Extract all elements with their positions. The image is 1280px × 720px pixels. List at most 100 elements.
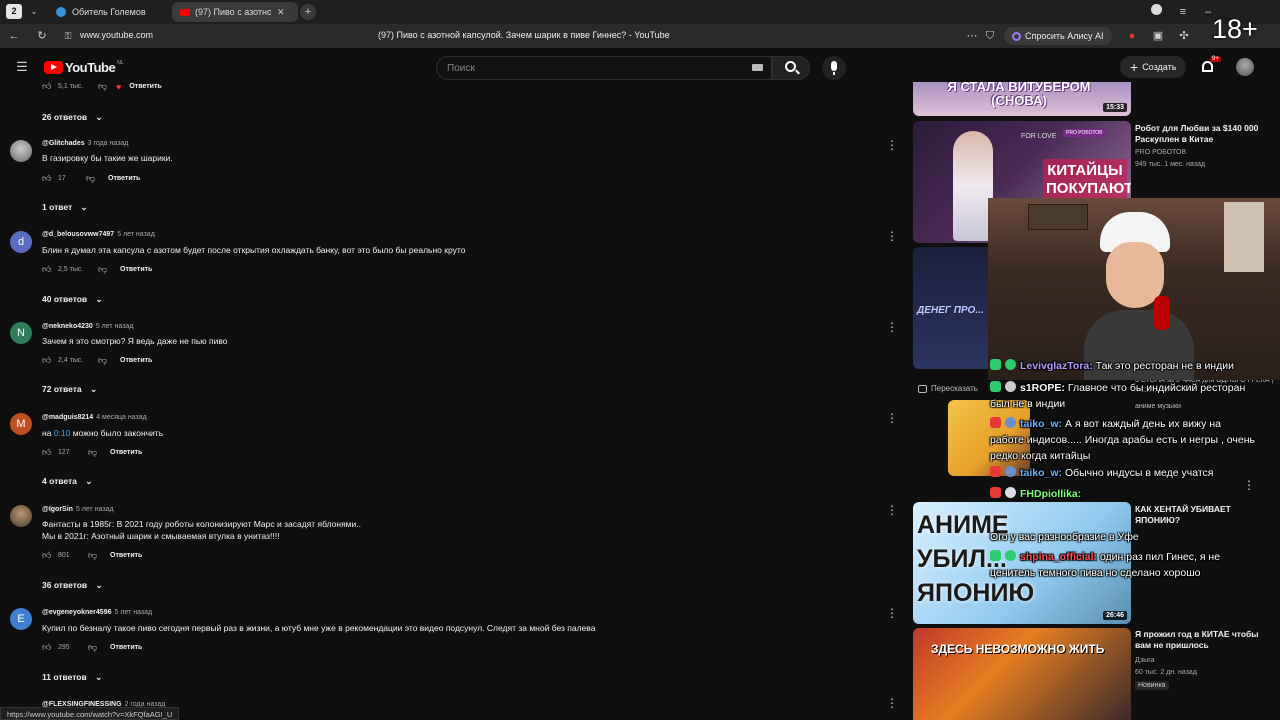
replies-toggle[interactable]: 36 ответов ⌄ bbox=[42, 580, 103, 591]
keyboard-icon[interactable] bbox=[752, 64, 763, 71]
avatar[interactable] bbox=[10, 140, 32, 162]
more-vert-icon[interactable]: ⋮ bbox=[886, 320, 898, 334]
more-vert-icon[interactable]: ⋮ bbox=[1243, 478, 1255, 492]
like-icon[interactable]: 👍︎ bbox=[42, 550, 54, 561]
chat-badge-icon bbox=[990, 550, 1001, 561]
reply-button[interactable]: Ответить bbox=[120, 357, 152, 364]
reply-button[interactable]: Ответить bbox=[108, 175, 140, 182]
comment-actions: 👍︎ 17 👎︎ Ответить bbox=[42, 173, 140, 184]
more-vert-icon[interactable]: ⋮ bbox=[886, 696, 898, 710]
menu-icon[interactable]: ≡ bbox=[1175, 4, 1191, 20]
puzzle-icon[interactable]: ✣ bbox=[1176, 28, 1192, 44]
search-button[interactable] bbox=[772, 56, 810, 80]
heart-icon bbox=[1005, 550, 1016, 561]
replies-toggle[interactable]: 4 ответа ⌄ bbox=[42, 476, 92, 487]
alice-button[interactable]: Спросить Алису AI bbox=[1004, 27, 1112, 45]
like-icon[interactable]: 👍︎ bbox=[42, 264, 54, 275]
comment-author[interactable]: @nekneko4230 5 лет назад bbox=[42, 323, 133, 330]
like-icon[interactable]: 👍︎ bbox=[42, 173, 54, 184]
dislike-icon[interactable]: 👎︎ bbox=[98, 264, 112, 275]
comment-actions: 👍︎ 295 👎︎ Ответить bbox=[42, 642, 142, 653]
timestamp-link[interactable]: 0:10 bbox=[54, 428, 71, 438]
more-vert-icon[interactable]: ⋮ bbox=[886, 229, 898, 243]
replies-toggle[interactable]: 26 ответов ⌄ bbox=[42, 112, 103, 123]
reply-button[interactable]: Ответить bbox=[110, 552, 142, 559]
notifications-button[interactable]: 9+ bbox=[1200, 56, 1221, 76]
video-title[interactable]: Я прожил год в КИТАЕ чтобы вам не пришло… bbox=[1135, 629, 1275, 651]
avatar[interactable]: M bbox=[10, 413, 32, 435]
hamburger-icon[interactable]: ☰ bbox=[14, 59, 30, 75]
reply-button[interactable]: Ответить bbox=[110, 644, 142, 651]
dislike-icon[interactable]: 👎︎ bbox=[88, 642, 102, 653]
avatar[interactable]: d bbox=[10, 231, 32, 253]
more-vert-icon[interactable]: ⋮ bbox=[886, 503, 898, 517]
avatar[interactable] bbox=[10, 505, 32, 527]
live-badge-icon bbox=[990, 466, 1001, 477]
mic-icon bbox=[831, 61, 837, 71]
dislike-icon[interactable]: 👎︎ bbox=[98, 81, 112, 92]
replies-toggle[interactable]: 1 ответ ⌄ bbox=[42, 202, 88, 213]
replies-toggle[interactable]: 72 ответа ⌄ bbox=[42, 384, 97, 395]
comment-author[interactable]: @Glitchades 3 года назад bbox=[42, 140, 128, 147]
close-icon[interactable]: ✕ bbox=[277, 7, 285, 18]
replies-toggle[interactable]: 40 ответов ⌄ bbox=[42, 294, 103, 305]
new-tab-icon[interactable]: + bbox=[300, 4, 316, 20]
back-icon[interactable]: ← bbox=[6, 28, 22, 44]
alice-label: Спросить Алису AI bbox=[1025, 31, 1104, 41]
replies-toggle[interactable]: 11 ответов ⌄ bbox=[42, 672, 102, 683]
channel-name[interactable]: Дзыга bbox=[1135, 656, 1155, 666]
more-vert-icon[interactable]: ⋮ bbox=[886, 138, 898, 152]
extension-icon[interactable]: ▣ bbox=[1150, 28, 1166, 44]
like-icon[interactable]: 👍︎ bbox=[42, 355, 54, 366]
dislike-icon[interactable]: 👎︎ bbox=[98, 355, 112, 366]
video-title[interactable]: Робот для Любви за $140 000 Раскуплен в … bbox=[1135, 123, 1275, 145]
comment: @Glitchades 3 года назад В газировку бы т… bbox=[0, 138, 900, 218]
like-icon[interactable]: 👍︎ bbox=[42, 447, 54, 458]
comment-actions: 👍︎ 2,5 тыс. 👎︎ Ответить bbox=[42, 264, 152, 275]
comment-actions: 👍︎ 801 👎︎ Ответить bbox=[42, 550, 142, 561]
chevron-down-icon[interactable]: ⌄ bbox=[26, 4, 42, 20]
tab-golem[interactable]: Обитель Големов bbox=[48, 2, 170, 22]
like-icon[interactable]: 👍︎ bbox=[42, 642, 54, 653]
region-label: NL bbox=[117, 60, 124, 66]
bookmark-icon[interactable]: ⛉ bbox=[982, 28, 998, 44]
extension-icon[interactable]: ● bbox=[1124, 28, 1140, 44]
youtube-logo[interactable]: YouTube NL bbox=[44, 60, 124, 75]
reply-button[interactable]: Ответить bbox=[129, 83, 161, 90]
dislike-icon[interactable]: 👎︎ bbox=[86, 173, 100, 184]
comment-author[interactable]: @madguis8214 4 месяца назад bbox=[42, 414, 147, 421]
tab-youtube-active[interactable]: (97) Пиво с азотной капсулой ✕ bbox=[172, 2, 298, 22]
dislike-icon[interactable]: 👎︎ bbox=[88, 447, 102, 458]
more-dots-icon[interactable]: ⋯ bbox=[964, 28, 980, 44]
avatar[interactable]: N bbox=[10, 322, 32, 344]
reply-button[interactable]: Ответить bbox=[120, 266, 152, 273]
live-badge-icon bbox=[990, 417, 1001, 428]
reply-button[interactable]: Ответить bbox=[110, 449, 142, 456]
mic-button[interactable] bbox=[822, 56, 846, 80]
comment-text: Купил по безналу такое пиво сегодня перв… bbox=[42, 623, 596, 633]
youtube-favicon-icon bbox=[180, 8, 190, 16]
create-label: Создать bbox=[1142, 62, 1177, 72]
dislike-icon[interactable]: 👎︎ bbox=[88, 550, 102, 561]
summary-button[interactable]: Пересказать bbox=[918, 384, 978, 393]
create-button[interactable]: + Создать bbox=[1120, 56, 1187, 78]
more-vert-icon[interactable]: ⋮ bbox=[886, 411, 898, 425]
avatar[interactable] bbox=[1236, 58, 1254, 76]
comment-author[interactable]: @d_belousovww7497 5 лет назад bbox=[42, 231, 155, 238]
profile-icon[interactable] bbox=[1148, 4, 1164, 20]
video-title[interactable]: КАК ХЕНТАЙ УБИВАЕТ ЯПОНИЮ? bbox=[1135, 504, 1275, 526]
heart-icon bbox=[1005, 359, 1016, 370]
search-input[interactable]: Поиск bbox=[436, 56, 772, 80]
comment-author[interactable]: @evgeneyokner4596 5 лет назад bbox=[42, 609, 152, 616]
more-vert-icon[interactable]: ⋮ bbox=[886, 606, 898, 620]
tab-count-badge[interactable]: 2 bbox=[6, 4, 22, 19]
video-thumbnail[interactable]: Я СТАЛА ВИТУБЕРОМ (СНОВА) 15:33 bbox=[913, 82, 1131, 116]
video-thumbnail[interactable]: ЗДЕСЬ НЕВОЗМОЖНО ЖИТЬ bbox=[913, 628, 1131, 720]
comment-author[interactable]: @IgorSin 5 лет назад bbox=[42, 506, 114, 513]
url-text[interactable]: www.youtube.com bbox=[80, 30, 153, 40]
channel-name[interactable]: PRO РОБОТОВ bbox=[1135, 148, 1186, 158]
reload-icon[interactable]: ↻ bbox=[34, 28, 50, 44]
avatar[interactable]: E bbox=[10, 608, 32, 630]
page-title: (97) Пиво с азотной капсулой. Зачем шари… bbox=[378, 30, 670, 40]
like-icon[interactable]: 👍︎ bbox=[42, 81, 54, 92]
